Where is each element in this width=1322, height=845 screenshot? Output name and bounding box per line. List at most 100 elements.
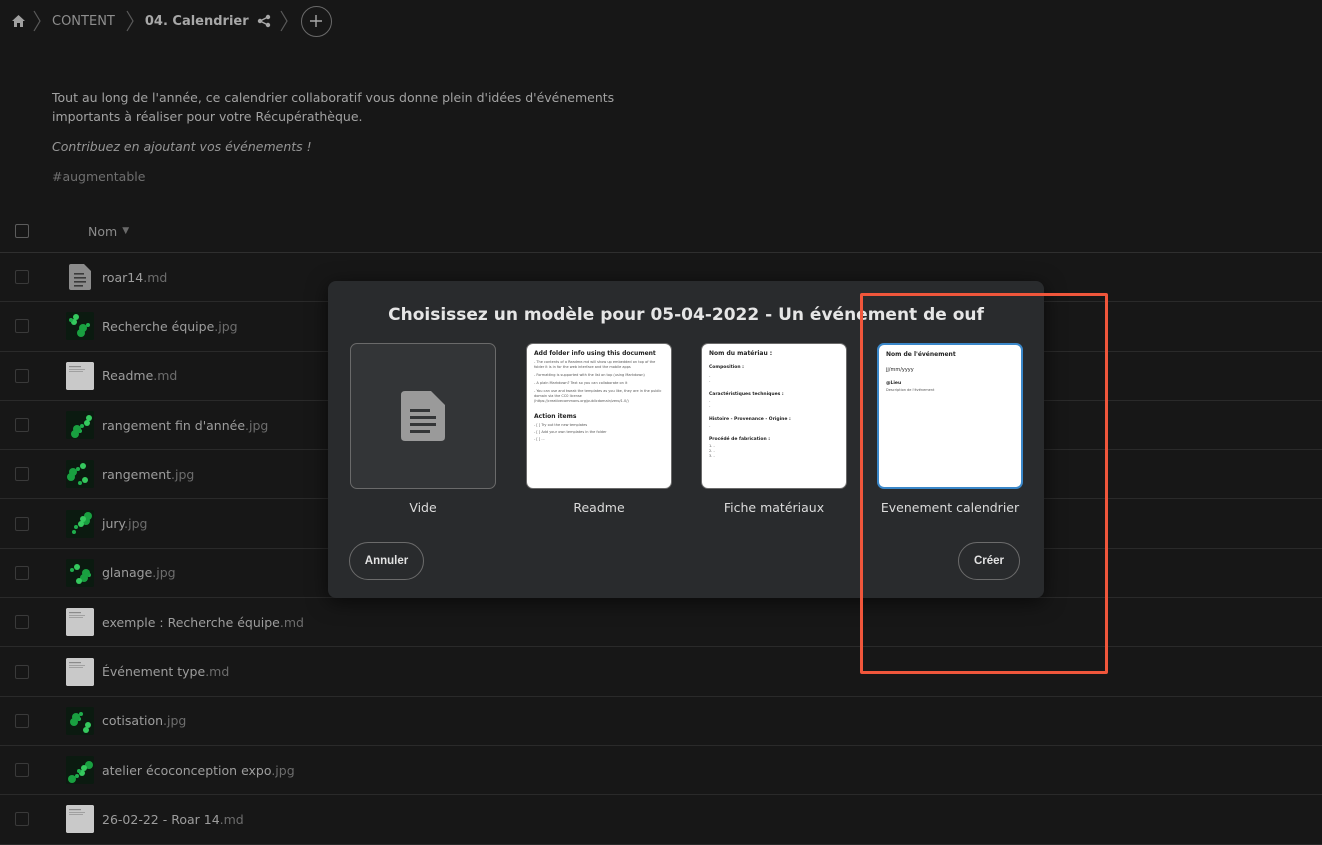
file-basename: rangement fin d'année bbox=[102, 417, 246, 433]
preview-heading: Action items bbox=[534, 413, 577, 420]
file-name[interactable]: glanage.jpg bbox=[102, 565, 176, 580]
share-icon[interactable] bbox=[255, 12, 273, 30]
row-checkbox[interactable] bbox=[15, 418, 29, 433]
home-icon[interactable] bbox=[10, 13, 26, 29]
file-basename: roar14 bbox=[102, 269, 144, 285]
row-checkbox[interactable] bbox=[15, 516, 29, 531]
preview-line: - The contents of a Readme.md will show … bbox=[534, 360, 656, 369]
file-name[interactable]: jury.jpg bbox=[102, 516, 147, 531]
row-checkbox[interactable] bbox=[15, 615, 29, 630]
file-extension: .jpg bbox=[245, 417, 269, 433]
template-preview-fiche-materiaux[interactable]: Nom du matériau : Composition : - - Cara… bbox=[701, 343, 847, 489]
row-checkbox[interactable] bbox=[15, 713, 29, 728]
file-name[interactable]: Événement type.md bbox=[102, 664, 229, 679]
file-basename: cotisation bbox=[102, 713, 164, 729]
preview-line: - [ ] Add your own templates in the fold… bbox=[534, 430, 607, 434]
file-name[interactable]: exemple : Recherche équipe.md bbox=[102, 615, 304, 630]
create-button[interactable]: Créer bbox=[958, 542, 1020, 580]
template-label: Evenement calendrier bbox=[880, 500, 1020, 515]
file-name[interactable]: cotisation.jpg bbox=[102, 713, 186, 728]
template-preview-vide[interactable] bbox=[350, 343, 496, 489]
table-row[interactable]: 26-02-22 - Roar 14.md bbox=[0, 795, 1322, 845]
preview-line: - A plain Markdown? Text so you can coll… bbox=[534, 381, 628, 385]
breadcrumb: CONTENT 04. Calendrier bbox=[0, 0, 600, 42]
file-basename: atelier écoconception expo bbox=[102, 762, 272, 778]
file-name[interactable]: 26-02-22 - Roar 14.md bbox=[102, 812, 244, 827]
chevron-right-icon bbox=[119, 9, 141, 33]
file-name[interactable]: atelier écoconception expo.jpg bbox=[102, 763, 295, 778]
file-basename: jury bbox=[102, 516, 125, 532]
cancel-button[interactable]: Annuler bbox=[349, 542, 424, 580]
preview-line: - [ ] Try out the new templates bbox=[534, 423, 588, 427]
template-option-evenement-calendrier[interactable]: Nom de l'événement jj/mm/yyyy @Lieu Desc… bbox=[877, 343, 1023, 515]
preview-heading: Nom de l'événement bbox=[886, 351, 956, 358]
file-extension: .jpg bbox=[124, 516, 148, 532]
template-label: Fiche matériaux bbox=[723, 500, 825, 515]
preview-section: Procédé de fabrication : bbox=[709, 437, 771, 442]
file-extension: .md bbox=[279, 614, 304, 630]
table-row[interactable]: Événement type.md bbox=[0, 647, 1322, 697]
table-row[interactable]: cotisation.jpg bbox=[0, 697, 1322, 746]
folder-description: Tout au long de l'année, ce calendrier c… bbox=[52, 88, 652, 186]
modal-title: Choisissez un modèle pour 05-04-2022 - U… bbox=[388, 305, 984, 325]
preview-line: 3. - bbox=[709, 454, 715, 458]
template-preview-evenement-calendrier[interactable]: Nom de l'événement jj/mm/yyyy @Lieu Desc… bbox=[877, 343, 1023, 489]
row-checkbox[interactable] bbox=[15, 368, 29, 383]
file-basename: 26-02-22 - Roar 14 bbox=[102, 811, 220, 827]
preview-heading: Nom du matériau : bbox=[709, 350, 773, 357]
preview-section: Caractéristiques techniques : bbox=[709, 392, 784, 397]
preview-line: - bbox=[709, 404, 711, 408]
row-checkbox[interactable] bbox=[15, 763, 29, 778]
plus-icon bbox=[310, 15, 323, 27]
file-basename: glanage bbox=[102, 565, 153, 581]
sort-by-name[interactable]: Nom bbox=[88, 224, 117, 239]
template-label: Vide bbox=[409, 500, 437, 515]
preview-date: jj/mm/yyyy bbox=[886, 367, 914, 373]
file-name[interactable]: Readme.md bbox=[102, 368, 177, 383]
row-checkbox[interactable] bbox=[15, 565, 29, 580]
row-checkbox[interactable] bbox=[15, 319, 29, 334]
preview-line: - Formatting is supported with the list … bbox=[534, 373, 645, 377]
file-name[interactable]: Recherche équipe.jpg bbox=[102, 319, 238, 334]
file-extension: .md bbox=[219, 811, 244, 827]
template-preview-readme[interactable]: Add folder info using this document - Th… bbox=[526, 343, 672, 489]
template-option-readme[interactable]: Add folder info using this document - Th… bbox=[526, 343, 672, 515]
breadcrumb-current[interactable]: 04. Calendrier bbox=[141, 14, 253, 29]
row-checkbox[interactable] bbox=[15, 812, 29, 827]
file-basename: Événement type bbox=[102, 664, 206, 680]
preview-line: - You can use and tweak the templates as… bbox=[534, 389, 662, 403]
file-name[interactable]: rangement fin d'année.jpg bbox=[102, 418, 268, 433]
description-tag: #augmentable bbox=[52, 169, 146, 184]
file-name[interactable]: roar14.md bbox=[102, 270, 167, 285]
add-new-button[interactable] bbox=[300, 5, 332, 37]
document-thumbnail bbox=[66, 657, 94, 686]
description-text: Tout au long de l'année, ce calendrier c… bbox=[52, 90, 615, 124]
select-all-checkbox[interactable] bbox=[15, 224, 29, 238]
preview-line: Description de l'événement bbox=[886, 388, 935, 392]
row-checkbox[interactable] bbox=[15, 664, 29, 679]
file-extension: .md bbox=[205, 664, 230, 680]
table-row[interactable]: atelier écoconception expo.jpg bbox=[0, 746, 1322, 796]
file-extension: .md bbox=[143, 269, 168, 285]
preview-line: - bbox=[709, 424, 711, 428]
row-checkbox[interactable] bbox=[15, 467, 29, 482]
file-name[interactable]: rangement.jpg bbox=[102, 467, 194, 482]
document-thumbnail bbox=[66, 361, 94, 390]
image-thumbnail bbox=[66, 706, 94, 735]
template-label: Readme bbox=[573, 500, 625, 515]
document-icon bbox=[401, 391, 445, 441]
image-thumbnail bbox=[66, 411, 94, 440]
image-thumbnail bbox=[66, 558, 94, 587]
template-option-vide[interactable]: Vide bbox=[350, 343, 496, 515]
document-thumbnail bbox=[66, 608, 94, 637]
description-italic: Contribuez en ajoutant vos événements ! bbox=[52, 139, 312, 154]
breadcrumb-item-content[interactable]: CONTENT bbox=[48, 14, 119, 29]
file-extension: .jpg bbox=[152, 565, 176, 581]
preview-section: Composition : bbox=[709, 365, 744, 370]
table-row[interactable]: exemple : Recherche équipe.md bbox=[0, 598, 1322, 648]
row-checkbox[interactable] bbox=[15, 270, 29, 285]
preview-heading: Add folder info using this document bbox=[534, 350, 656, 357]
template-option-fiche-materiaux[interactable]: Nom du matériau : Composition : - - Cara… bbox=[701, 343, 847, 515]
file-extension: .jpg bbox=[171, 466, 195, 482]
text-file-icon bbox=[66, 263, 94, 291]
